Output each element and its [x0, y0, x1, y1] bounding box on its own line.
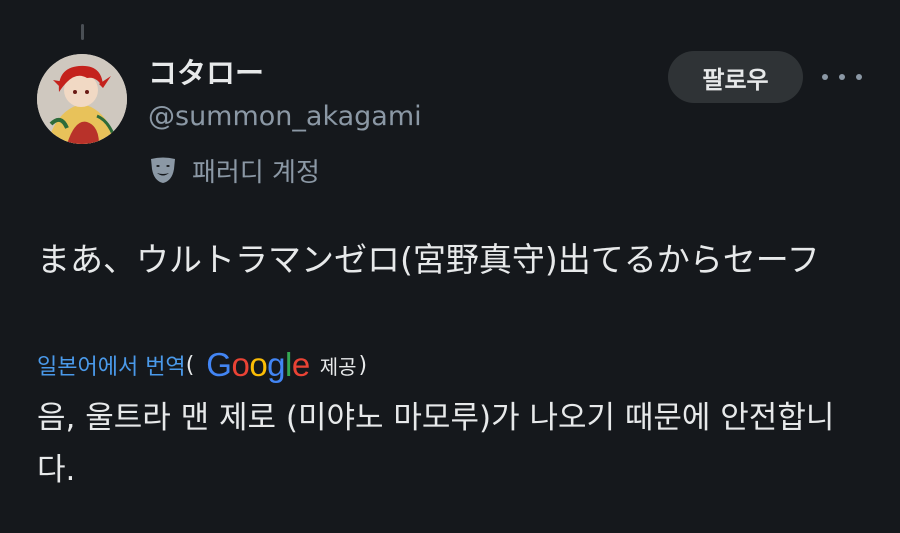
translated-text: 음, 울트라 맨 제로 (미야노 마모루)가 나오기 때문에 안전합니다. — [37, 400, 835, 488]
dot — [822, 74, 828, 80]
thread-connector-line — [81, 24, 84, 40]
avatar-image — [37, 54, 127, 144]
user-handle[interactable]: @summon_akagami — [148, 101, 422, 132]
paren-open: ( — [185, 352, 195, 378]
paren-close: ) — [358, 352, 368, 378]
google-letter: e — [291, 346, 310, 383]
google-letter: o — [231, 346, 250, 383]
follow-button[interactable]: 팔로우 — [668, 51, 803, 103]
theater-mask-icon — [148, 155, 178, 185]
more-options-icon[interactable] — [822, 64, 862, 90]
post-text: まあ、ウルトラマンゼロ(宮野真守)出てるからセーフ — [37, 240, 820, 279]
translation-attribution: 일본어에서 번역 ( Google 제공 ) — [37, 345, 367, 385]
google-letter: G — [206, 346, 232, 383]
display-name[interactable]: コタロー — [148, 50, 264, 92]
parody-account-label: 패러디 계정 — [148, 150, 320, 190]
post-container: コタロー @summon_akagami 패러디 계정 팔로우 まあ、ウルトラマ… — [0, 0, 900, 533]
google-letter: g — [267, 346, 286, 383]
avatar[interactable] — [37, 54, 127, 144]
translated-from-link[interactable]: 일본어에서 번역 — [37, 349, 186, 381]
google-letter: o — [249, 346, 268, 383]
google-logo: Google — [206, 346, 310, 384]
dot — [839, 74, 845, 80]
google-letter: l — [285, 346, 292, 383]
parody-label-text: 패러디 계정 — [192, 157, 320, 188]
provided-by-label: 제공 — [319, 354, 357, 379]
dot — [856, 74, 862, 80]
